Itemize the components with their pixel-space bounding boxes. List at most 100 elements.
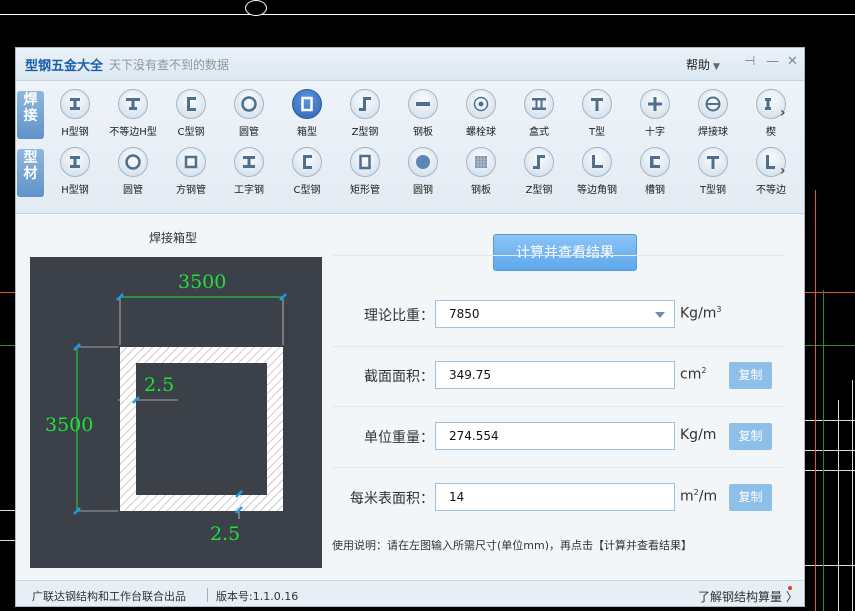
density-unit: Kg/m3 (680, 305, 722, 322)
surface-field[interactable]: 14 (435, 483, 675, 511)
tool-welding-box-section[interactable]: 箱型 (278, 89, 338, 149)
app-subtitle: 天下没有查不到的数据 (109, 58, 230, 72)
box-type-icon (524, 89, 554, 119)
tool-welding-z-section[interactable]: Z型钢 (336, 89, 396, 149)
density-unit-sup: 3 (716, 305, 722, 314)
tool-welding-h-beam[interactable]: H型钢 (46, 89, 106, 149)
usage-note: 使用说明：请在左图输入所需尺寸(单位mm)，再点击【计算并查看结果】 (332, 539, 693, 552)
chevron-down-icon: ▼ (713, 62, 720, 72)
tool-profile-channel[interactable]: 槽钢 (626, 147, 686, 207)
divider (333, 467, 785, 468)
tool-label: 圆管 (123, 185, 143, 196)
c-channel-icon (176, 89, 206, 119)
surface-label: 每米表面积： (350, 491, 434, 507)
plate-icon (408, 89, 438, 119)
tool-welding-round-tube[interactable]: 圆管 (220, 89, 280, 149)
section-toolbar: 焊 接 型 材 H型钢 不等边H型 C型钢 圆管 箱型 Z型钢 钢板 螺栓球 盒… (16, 81, 804, 214)
tool-profile-c-channel[interactable]: C型钢 (278, 147, 338, 207)
tool-profile-rect-tube[interactable]: 矩形管 (336, 147, 396, 207)
tool-welding-wedge[interactable]: 楔 (742, 89, 802, 149)
divider (333, 255, 785, 256)
category-welding-label-1: 焊 (23, 92, 38, 108)
surface-unit-per: /m (698, 488, 718, 505)
tool-welding-plate[interactable]: 钢板 (394, 89, 454, 149)
copy-area-button[interactable]: 复制 (729, 362, 772, 389)
cad-line (805, 345, 855, 346)
weight-value: 274.554 (449, 429, 499, 443)
tool-welding-t-section[interactable]: T型 (568, 89, 628, 149)
pin-icon[interactable]: ⊣ (744, 54, 755, 69)
tool-profile-t-beam[interactable]: T型钢 (684, 147, 744, 207)
tool-label: T型 (588, 127, 606, 138)
learn-more-link[interactable]: 了解钢结构算量 〉 (698, 588, 798, 605)
tool-label: 槽钢 (645, 185, 665, 196)
copy-surface-button[interactable]: 复制 (729, 484, 772, 511)
notification-dot (788, 586, 792, 590)
round-bar-icon (408, 147, 438, 177)
tool-profile-plate[interactable]: 钢板 (452, 147, 512, 207)
tool-welding-unequal-h[interactable]: 不等边H型 (104, 89, 164, 149)
dim-side-thickness-label[interactable]: 2.5 (144, 374, 174, 396)
tool-profile-round-tube[interactable]: 圆管 (104, 147, 164, 207)
calculate-button[interactable]: 计算并查看结果 (493, 234, 637, 271)
area-unit-sup: 2 (701, 366, 707, 375)
t-section-icon (582, 89, 612, 119)
dim-height-label[interactable]: 3500 (45, 414, 93, 436)
minimize-button[interactable]: — (766, 54, 779, 69)
tool-profile-unequal-angle[interactable]: 不等边 (742, 147, 802, 207)
cad-line (805, 470, 855, 471)
tool-label: Z型钢 (351, 127, 379, 138)
welded-ball-icon (698, 89, 728, 119)
cad-line (0, 14, 855, 15)
close-button[interactable]: ✕ (787, 54, 798, 69)
profile-row-next-arrow[interactable]: › (780, 163, 786, 179)
tool-profile-square-tube[interactable]: 方钢管 (162, 147, 222, 207)
tool-label: 方钢管 (176, 185, 206, 196)
surface-unit-text: m (680, 488, 694, 505)
cad-line (0, 292, 15, 293)
tool-welding-c-channel[interactable]: C型钢 (162, 89, 222, 149)
round-tube-icon (234, 89, 264, 119)
category-profile-tab[interactable]: 型 材 (17, 149, 44, 197)
weight-unit: Kg/m (680, 427, 717, 443)
rect-tube-icon (350, 147, 380, 177)
dim-width-label[interactable]: 3500 (178, 271, 226, 293)
tool-welding-box-type[interactable]: 盒式 (510, 89, 570, 149)
welding-row-next-arrow[interactable]: › (780, 105, 786, 121)
tool-welding-bolt-ball[interactable]: 螺栓球 (452, 89, 512, 149)
tool-label: C型钢 (177, 127, 205, 138)
area-value: 349.75 (449, 368, 491, 382)
tool-profile-round-bar[interactable]: 圆钢 (394, 147, 454, 207)
category-profile-label-1: 型 (23, 150, 38, 166)
tool-label: 矩形管 (350, 185, 380, 196)
tool-profile-equal-angle[interactable]: 等边角钢 (568, 147, 628, 207)
density-select[interactable]: 7850 (435, 300, 675, 328)
app-title: 型钢五金大全 (25, 59, 104, 74)
tool-welding-welded-ball[interactable]: 焊接球 (684, 89, 744, 149)
density-label: 理论比重： (364, 308, 434, 324)
tool-label: Z型钢 (525, 185, 553, 196)
status-bar: 广联达钢结构和工作台联合出品 版本号:1.1.0.16 了解钢结构算量 〉 (16, 580, 804, 606)
cross-section-icon (640, 89, 670, 119)
status-divider (207, 588, 208, 602)
version-text: 版本号:1.1.0.16 (216, 590, 299, 603)
tool-welding-cross[interactable]: 十字 (626, 89, 686, 149)
learn-more-text: 了解钢结构算量 (698, 590, 783, 604)
copy-weight-button[interactable]: 复制 (729, 423, 772, 450)
weight-field[interactable]: 274.554 (435, 422, 675, 450)
tool-label: 钢板 (471, 185, 491, 196)
area-field[interactable]: 349.75 (435, 361, 675, 389)
tool-profile-z-section[interactable]: Z型钢 (510, 147, 570, 207)
section-drawing-panel: 3500 3500 2.5 2.5 (30, 257, 322, 568)
category-profile-label-2: 材 (23, 166, 38, 182)
cad-line (815, 190, 816, 611)
category-welding-tab[interactable]: 焊 接 (17, 91, 44, 139)
dim-bottom-thickness-label[interactable]: 2.5 (210, 523, 240, 545)
tool-label: T型钢 (699, 185, 727, 196)
tool-profile-h-beam[interactable]: H型钢 (46, 147, 106, 207)
profile-row: H型钢 圆管 方钢管 工字钢 C型钢 矩形管 圆钢 钢板 Z型钢 等边角钢 槽钢… (46, 147, 786, 207)
help-menu[interactable]: 帮助 ▼ (686, 56, 720, 73)
tool-profile-i-beam[interactable]: 工字钢 (220, 147, 280, 207)
tool-label: 不等边H型 (109, 127, 157, 138)
c-channel-icon (292, 147, 322, 177)
